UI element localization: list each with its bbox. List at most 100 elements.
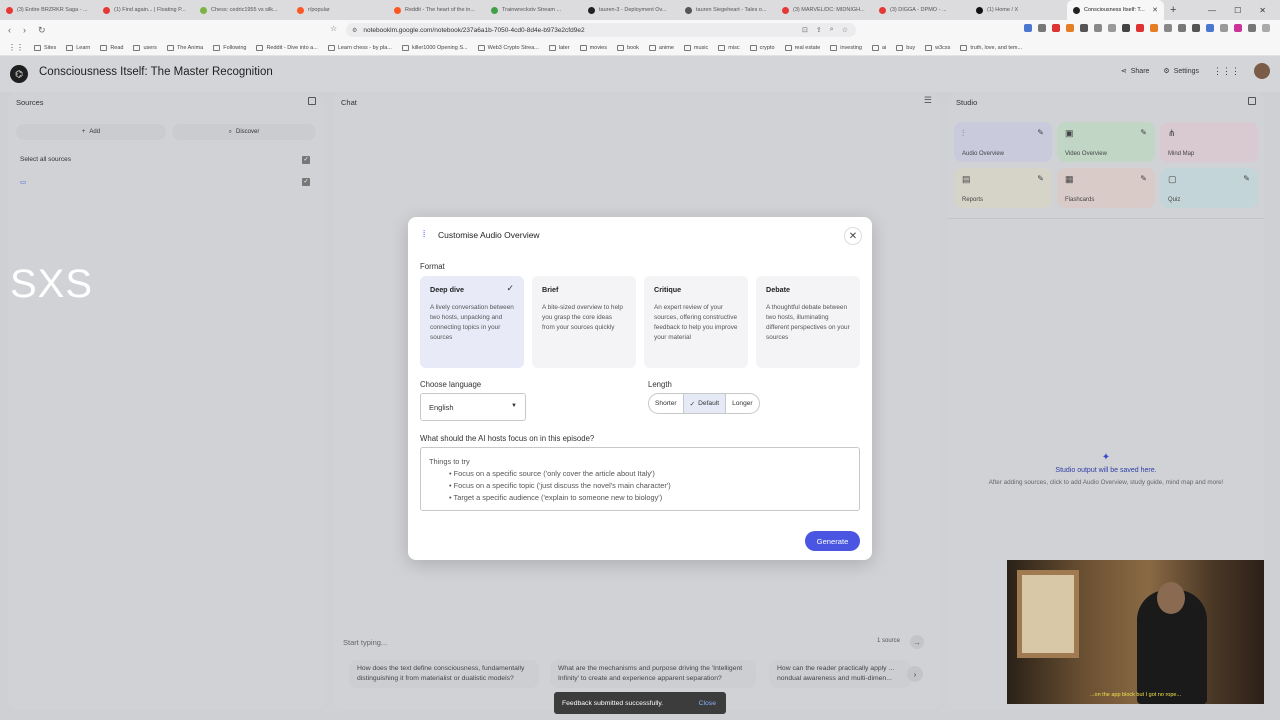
extension-icon[interactable] <box>1234 24 1242 32</box>
extension-icon[interactable] <box>1094 24 1102 32</box>
bookmark-item[interactable]: music <box>683 44 708 51</box>
extension-icon[interactable] <box>1192 24 1200 32</box>
send-icon[interactable]: → <box>910 635 924 649</box>
picture-in-picture-video[interactable]: ...on the app block but I got no rope... <box>1007 560 1264 704</box>
edit-pencil-icon[interactable]: ✎ <box>1140 128 1147 137</box>
format-option-critique[interactable]: Critique An expert review of your sources… <box>644 276 748 368</box>
star-icon[interactable]: ☆ <box>842 26 848 34</box>
bookmark-item[interactable]: ai <box>871 44 886 51</box>
extension-icon[interactable] <box>1150 24 1158 32</box>
close-icon[interactable]: ✕ <box>844 227 862 245</box>
extension-icon[interactable] <box>1080 24 1088 32</box>
settings-button[interactable]: ⚙ Settings <box>1163 67 1199 76</box>
extension-icon[interactable] <box>1248 24 1256 32</box>
bookmark-item[interactable]: investing <box>830 44 862 51</box>
format-option-deep-dive[interactable]: Deep dive A lively conversation between t… <box>420 276 524 368</box>
mind-map-card[interactable]: ⋔ Mind Map <box>1160 122 1258 162</box>
reload-icon[interactable]: ↻ <box>38 25 46 36</box>
extension-icon[interactable] <box>1122 24 1130 32</box>
browser-tab[interactable]: Consciousness Itself: T... ✕ <box>1067 0 1164 20</box>
url-field[interactable]: ⚙ notebooklm.google.com/notebook/237a6a1… <box>346 23 856 37</box>
edit-pencil-icon[interactable]: ✎ <box>1037 174 1044 183</box>
close-tab-icon[interactable]: ✕ <box>1152 6 1158 14</box>
length-longer-option[interactable]: Longer <box>726 394 759 413</box>
extension-icon[interactable] <box>1024 24 1032 32</box>
share-page-icon[interactable]: ⇪ <box>816 26 822 34</box>
quiz-card[interactable]: ▢ ✎ Quiz <box>1160 168 1258 208</box>
notebook-title[interactable]: Consciousness Itself: The Master Recogni… <box>39 66 273 78</box>
browser-tab[interactable]: tauren Siegeheart - Tales o... <box>679 0 776 20</box>
collapse-panel-icon[interactable] <box>308 97 316 105</box>
extension-icon[interactable] <box>1038 24 1046 32</box>
bookmark-item[interactable]: Learn chess - by pla... <box>327 44 392 51</box>
source-item[interactable]: ▭ <box>20 178 26 186</box>
google-apps-icon[interactable]: ⋮⋮⋮ <box>1213 66 1240 77</box>
extension-icon[interactable] <box>1220 24 1228 32</box>
chat-input[interactable]: Start typing... <box>343 632 929 652</box>
bookmark-item[interactable]: users <box>133 44 157 51</box>
close-window-icon[interactable]: ✕ <box>1259 6 1266 15</box>
bookmark-item[interactable]: truth, love, and tem... <box>960 44 1022 51</box>
bookmark-item[interactable]: Learn <box>66 44 90 51</box>
reports-card[interactable]: ▤ ✎ Reports <box>954 168 1052 208</box>
bookmark-item[interactable]: Web3 Crypto Strea... <box>477 44 539 51</box>
install-icon[interactable]: ⊡ <box>802 26 808 34</box>
format-option-brief[interactable]: Brief A bite-sized overview to help you g… <box>532 276 636 368</box>
extension-icon[interactable] <box>1052 24 1060 32</box>
new-tab-icon[interactable]: + <box>1170 4 1176 16</box>
zoom-icon[interactable]: ⌕ <box>830 26 834 34</box>
notebooklm-logo-icon[interactable]: ⌬ <box>10 65 28 83</box>
minimize-icon[interactable]: — <box>1208 6 1216 15</box>
browser-tab[interactable]: (1) Home / X <box>970 0 1067 20</box>
apps-grid-icon[interactable]: ⋮⋮ <box>8 43 24 52</box>
browser-tab[interactable]: Trainwreckstv Stream ... <box>485 0 582 20</box>
bookmark-item[interactable]: later <box>548 44 570 51</box>
bookmark-item[interactable]: Read <box>100 44 123 51</box>
suggestion-chip[interactable]: How can the reader practically apply ...… <box>769 660 911 688</box>
length-shorter-option[interactable]: Shorter <box>649 394 683 413</box>
video-overview-card[interactable]: ▣ ✎ Video Overview <box>1057 122 1155 162</box>
extension-icon[interactable] <box>1066 24 1074 32</box>
bookmark-item[interactable]: Following <box>213 44 246 51</box>
edit-pencil-icon[interactable]: ✎ <box>1037 128 1044 137</box>
collapse-panel-icon[interactable] <box>1248 97 1256 105</box>
extension-icon[interactable] <box>1164 24 1172 32</box>
bookmark-item[interactable]: buy <box>896 44 915 51</box>
extension-icon[interactable] <box>1206 24 1214 32</box>
extension-icon[interactable] <box>1108 24 1116 32</box>
browser-tab[interactable]: tauren-3 - Deployment Ov... <box>582 0 679 20</box>
extension-icon[interactable] <box>1262 24 1270 32</box>
discover-button[interactable]: ⌕ Discover <box>172 124 316 140</box>
browser-tab[interactable]: (3) DIGGA - DPMO - ... <box>873 0 970 20</box>
maximize-icon[interactable]: ☐ <box>1234 6 1241 15</box>
back-icon[interactable]: ‹ <box>8 25 11 36</box>
select-all-checkbox[interactable]: ✓ <box>302 156 310 164</box>
bookmark-item[interactable]: anime <box>648 44 674 51</box>
bookmark-item[interactable]: misc <box>718 44 740 51</box>
chat-settings-icon[interactable]: ☰ <box>924 95 932 106</box>
format-option-debate[interactable]: Debate A thoughtful debate between two ho… <box>756 276 860 368</box>
language-select[interactable]: English ▼ <box>420 393 526 421</box>
next-suggestions-icon[interactable]: › <box>907 666 923 682</box>
bookmark-item[interactable]: w3css <box>925 44 950 51</box>
source-checkbox[interactable]: ✓ <box>302 178 310 186</box>
bookmark-item[interactable]: book <box>616 44 639 51</box>
generate-button[interactable]: Generate <box>805 531 860 551</box>
edit-pencil-icon[interactable]: ✎ <box>1243 174 1250 183</box>
suggestion-chip[interactable]: What are the mechanisms and purpose driv… <box>550 660 756 688</box>
bookmark-item[interactable]: The Anima <box>166 44 203 51</box>
bookmark-item[interactable]: killer1000 Opening S... <box>401 44 468 51</box>
audio-overview-card[interactable]: ⫶ ✎ Audio Overview <box>954 122 1052 162</box>
focus-textarea[interactable]: Things to try • Focus on a specific sour… <box>420 447 860 511</box>
bookmark-item[interactable]: movies <box>579 44 607 51</box>
share-button[interactable]: ⋖ Share <box>1121 67 1150 76</box>
browser-tab[interactable]: Chess: cedric1955 vs silk... <box>194 0 291 20</box>
site-info-icon[interactable]: ⚙ <box>352 27 357 34</box>
browser-tab[interactable]: (3) Entire BRZRKR Saga - ... <box>0 0 97 20</box>
browser-tab[interactable]: (3) MARVEL/DC: MIDNIGH... <box>776 0 873 20</box>
add-source-button[interactable]: + Add <box>16 124 166 140</box>
flashcards-card[interactable]: ▦ ✎ Flashcards <box>1057 168 1155 208</box>
browser-tab[interactable]: Reddit - The heart of the in... <box>388 0 485 20</box>
extension-icon[interactable] <box>1136 24 1144 32</box>
edit-pencil-icon[interactable]: ✎ <box>1140 174 1147 183</box>
